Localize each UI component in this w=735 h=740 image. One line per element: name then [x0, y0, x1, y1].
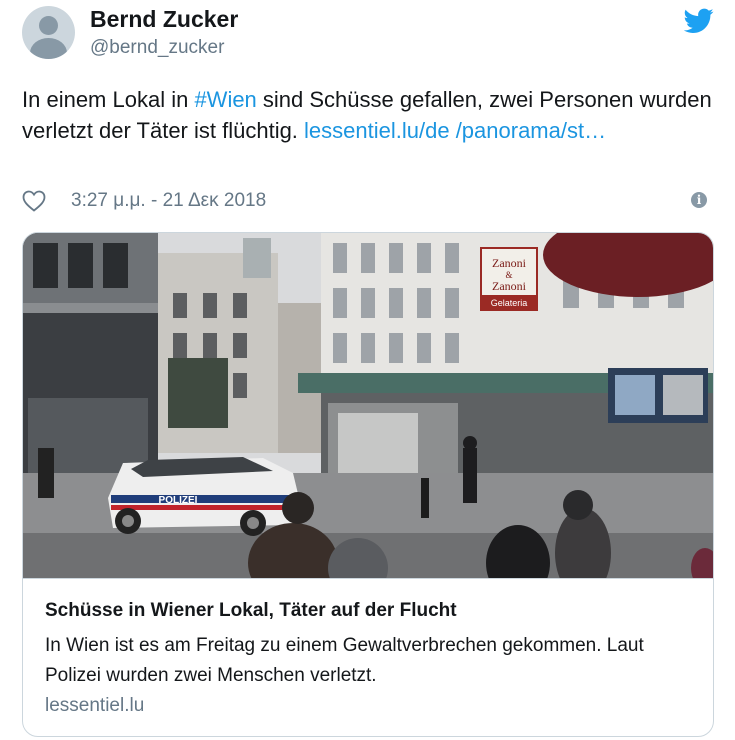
article-photo: Zanoni & Zanoni Gelateria POLIZEI	[23, 233, 713, 578]
display-name[interactable]: Bernd Zucker	[90, 6, 238, 33]
card-domain: lessentiel.lu	[45, 695, 145, 716]
card-description: In Wien ist es am Freitag zu einem Gewal…	[45, 635, 644, 686]
shop-sign-text: Zanoni	[492, 256, 527, 270]
user-handle[interactable]: @bernd_zucker	[90, 37, 224, 59]
info-icon[interactable]: i	[691, 192, 707, 208]
svg-text:Gelateria: Gelateria	[491, 298, 528, 308]
twitter-bird-icon[interactable]	[684, 8, 714, 34]
avatar[interactable]	[22, 6, 75, 59]
link-preview-card[interactable]: Zanoni & Zanoni Gelateria POLIZEI Schüss…	[22, 232, 714, 737]
heart-icon[interactable]	[22, 190, 46, 212]
tweet-timestamp[interactable]: 3:27 μ.μ. - 21 Δεκ 2018	[71, 190, 266, 212]
default-avatar-icon	[39, 16, 58, 35]
hashtag-link[interactable]: #Wien	[194, 87, 256, 112]
tweet-text: In einem Lokal in #Wien sind Schüsse gef…	[22, 87, 712, 143]
card-title[interactable]: Schüsse in Wiener Lokal, Täter auf der F…	[45, 600, 457, 622]
police-car-text: POLIZEI	[159, 495, 198, 506]
svg-text:Zanoni: Zanoni	[492, 279, 527, 293]
embedded-tweet: Bernd Zucker @bernd_zucker In einem Loka…	[0, 0, 735, 740]
article-link[interactable]: lessentiel.lu/de /panorama/st…	[304, 118, 606, 143]
